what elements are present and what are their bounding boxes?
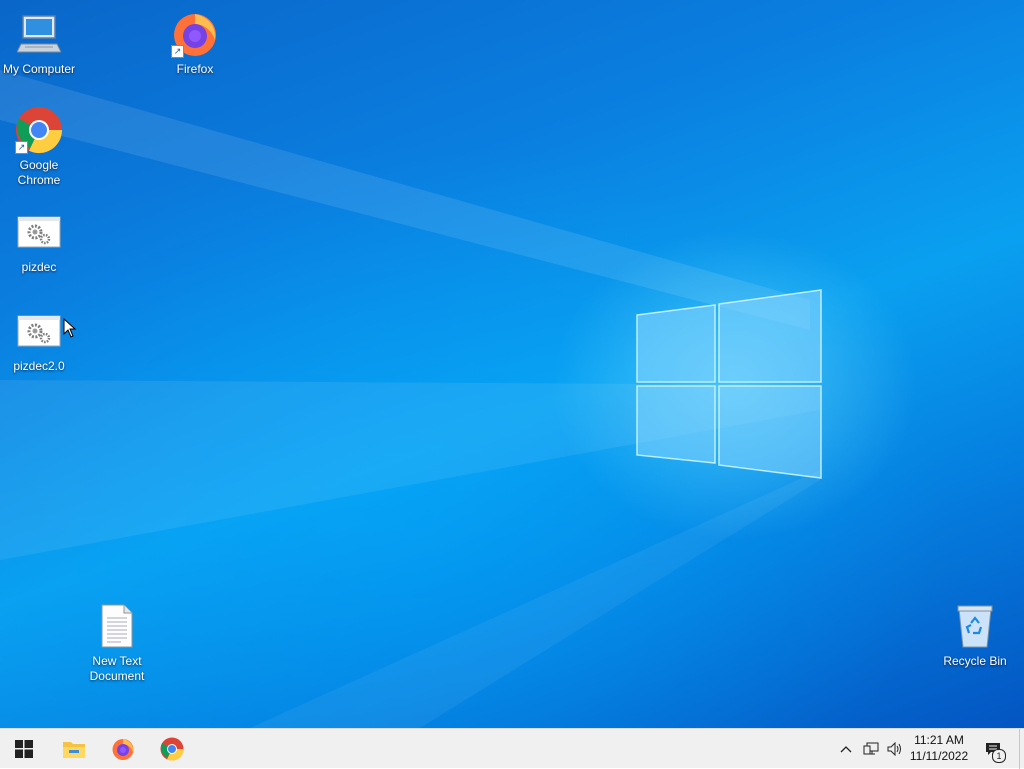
computer-icon <box>13 8 65 60</box>
text-document-icon <box>91 600 143 652</box>
desktop[interactable]: My Computer ↗ Firefox ↗ Google Chrome pi… <box>0 0 1024 728</box>
desktop-icon-pizdec[interactable]: pizdec <box>0 206 78 275</box>
desktop-icon-recycle-bin[interactable]: Recycle Bin <box>936 600 1014 669</box>
icon-label: Recycle Bin <box>943 654 1007 668</box>
volume-icon <box>887 742 901 756</box>
taskbar-chrome[interactable] <box>148 729 196 769</box>
desktop-icon-firefox[interactable]: ↗ Firefox <box>156 8 234 77</box>
notification-count-badge: 1 <box>992 749 1006 763</box>
file-explorer-icon <box>63 742 85 758</box>
volume-button[interactable] <box>884 729 906 769</box>
icon-label: My Computer <box>2 62 76 76</box>
icon-label: New Text Document <box>89 654 145 683</box>
start-windows-icon <box>15 740 33 758</box>
icon-label: pizdec2.0 <box>13 359 65 373</box>
chrome-icon <box>160 737 184 761</box>
taskbar-firefox[interactable] <box>99 729 147 769</box>
icon-label: Firefox <box>176 62 214 76</box>
start-button[interactable] <box>0 729 48 769</box>
mouse-cursor-icon <box>63 318 77 338</box>
chrome-icon: ↗ <box>13 104 65 156</box>
firefox-icon <box>112 739 134 760</box>
taskbar: 11:21 AM 11/11/2022 1 <box>0 728 1024 769</box>
settings-app-icon <box>13 206 65 258</box>
desktop-icon-pizdec2[interactable]: pizdec2.0 <box>0 305 78 374</box>
desktop-icon-my-computer[interactable]: My Computer <box>0 8 78 77</box>
network-icon <box>863 742 879 755</box>
action-center-button[interactable]: 1 <box>978 729 1008 769</box>
firefox-icon: ↗ <box>169 8 221 60</box>
settings-app-icon <box>13 305 65 357</box>
icon-label: Google Chrome <box>17 158 61 187</box>
show-hidden-icons-button[interactable] <box>836 729 856 769</box>
network-button[interactable] <box>860 729 882 769</box>
desktop-icon-google-chrome[interactable]: ↗ Google Chrome <box>0 104 78 188</box>
taskbar-clock[interactable]: 11:21 AM 11/11/2022 <box>904 732 974 764</box>
show-desktop-button[interactable] <box>1019 729 1024 769</box>
clock-date: 11/11/2022 <box>909 749 969 763</box>
wallpaper-windows-logo <box>636 289 822 479</box>
chevron-up-icon <box>840 746 852 753</box>
shortcut-arrow-icon: ↗ <box>15 141 28 154</box>
recycle-bin-icon <box>949 600 1001 652</box>
clock-time: 11:21 AM <box>914 733 964 747</box>
shortcut-arrow-icon: ↗ <box>171 45 184 58</box>
desktop-icon-new-text-document[interactable]: New Text Document <box>78 600 156 684</box>
taskbar-file-explorer[interactable] <box>50 729 98 769</box>
icon-label: pizdec <box>21 260 57 274</box>
